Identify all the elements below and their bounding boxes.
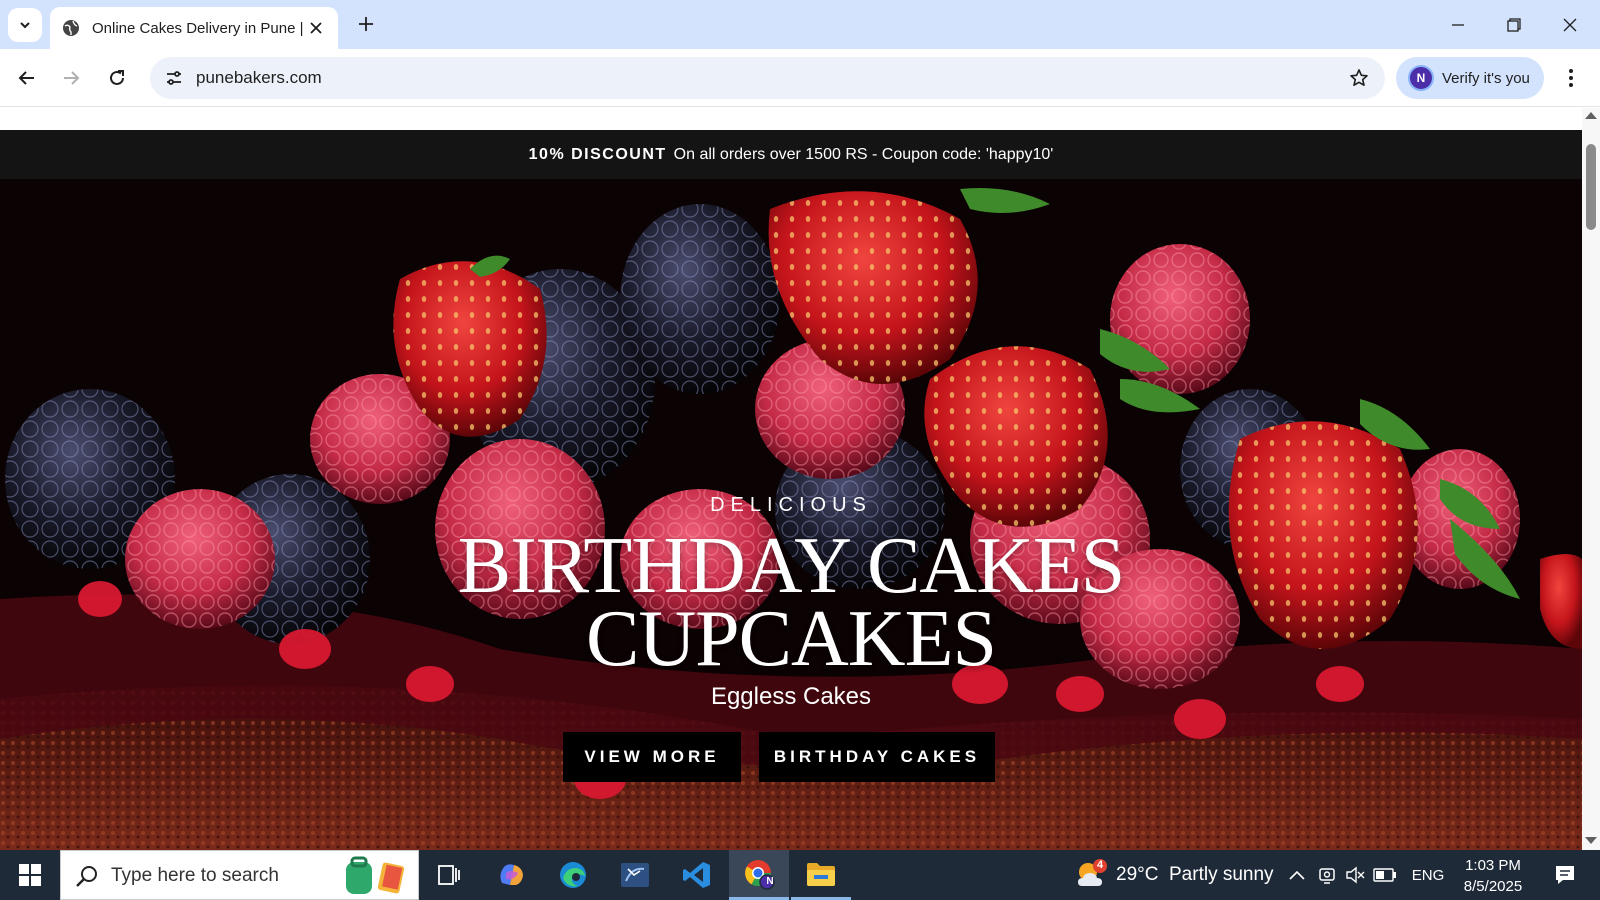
- scroll-up-arrow-icon[interactable]: [1585, 112, 1597, 119]
- taskbar-file-explorer[interactable]: [791, 850, 851, 900]
- hero-title-line-1: BIRTHDAY CAKES: [457, 522, 1125, 610]
- chevron-up-icon: [1289, 870, 1305, 880]
- address-bar[interactable]: punebakers.com: [150, 57, 1385, 99]
- active-tab[interactable]: Online Cakes Delivery in Pune |: [50, 7, 338, 49]
- restore-button[interactable]: [1486, 0, 1542, 49]
- announcement-bar: 10% DISCOUNT On all orders over 1500 RS …: [0, 130, 1582, 179]
- windows-logo-icon: [19, 864, 41, 886]
- close-icon: [1563, 18, 1577, 32]
- avatar: N: [1408, 65, 1434, 91]
- meet-now-tray[interactable]: [1314, 850, 1340, 900]
- volume-tray[interactable]: [1342, 850, 1368, 900]
- new-tab-button[interactable]: [352, 10, 380, 38]
- verify-label: Verify it's you: [1442, 69, 1530, 87]
- hero-subtitle: Eggless Cakes: [710, 683, 872, 710]
- arrow-right-icon: [62, 69, 80, 87]
- minimize-icon: [1451, 18, 1465, 32]
- volume-muted-icon: [1345, 866, 1365, 884]
- scrollbar-thumb[interactable]: [1586, 144, 1596, 230]
- hero-title-line-2: CUPCAKES: [586, 595, 997, 683]
- weather-alert-badge: 4: [1096, 859, 1104, 871]
- chevron-down-icon: [18, 18, 32, 32]
- scroll-down-arrow-icon[interactable]: [1585, 837, 1597, 844]
- globe-icon: [62, 19, 80, 37]
- vscode-icon: [682, 860, 712, 890]
- url-text: punebakers.com: [196, 68, 322, 87]
- forward-button[interactable]: [54, 61, 88, 95]
- search-icon: [75, 864, 99, 888]
- restore-icon: [1507, 17, 1521, 32]
- weather-widget[interactable]: 4 29°C Partly sunny: [1074, 850, 1274, 900]
- close-tab-icon[interactable]: [306, 18, 326, 38]
- hero-eyebrow: DELICIOUS: [710, 494, 872, 516]
- more-vertical-icon: [1568, 68, 1574, 88]
- birthday-cakes-button[interactable]: BIRTHDAY CAKES: [759, 732, 995, 782]
- battery-tray[interactable]: [1370, 850, 1400, 900]
- clock-time: 1:03 PM: [1465, 857, 1521, 874]
- reload-icon: [108, 69, 126, 87]
- minimize-button[interactable]: [1430, 0, 1486, 49]
- taskbar-vscode[interactable]: [667, 850, 727, 900]
- camera-tray-icon: [1318, 866, 1336, 884]
- browser-tab-strip: Online Cakes Delivery in Pune |: [0, 0, 1600, 49]
- system-clock[interactable]: 1:03 PM 8/5/2025: [1452, 855, 1534, 897]
- notification-icon: [1554, 864, 1576, 886]
- browser-toolbar: punebakers.com N Verify it's you: [0, 49, 1600, 107]
- profile-verify-chip[interactable]: N Verify it's you: [1396, 57, 1544, 99]
- taskbar-search-box[interactable]: Type here to search: [60, 850, 419, 900]
- folder-icon: [806, 861, 836, 887]
- copilot-icon: [496, 861, 526, 889]
- partly-sunny-icon: 4: [1074, 858, 1108, 892]
- reload-button[interactable]: [100, 61, 134, 95]
- close-window-button[interactable]: [1542, 0, 1598, 49]
- tab-title: Online Cakes Delivery in Pune |: [92, 19, 304, 37]
- chrome-profile-badge: N: [766, 875, 774, 887]
- plus-icon: [358, 16, 374, 32]
- weather-text: 29°C Partly sunny: [1116, 864, 1274, 885]
- announcement-text: On all orders over 1500 RS - Coupon code…: [673, 145, 1054, 163]
- clock-date: 8/5/2025: [1463, 878, 1523, 895]
- taskbar-chrome[interactable]: N: [729, 850, 789, 900]
- chrome-icon: N: [743, 858, 775, 890]
- edge-icon: [558, 860, 588, 890]
- windows-taskbar: Type here to search N 4 29°C Partly sunn…: [0, 850, 1600, 900]
- language-indicator[interactable]: ENG: [1406, 850, 1450, 900]
- taskbar-app-blue[interactable]: [605, 850, 665, 900]
- battery-icon: [1373, 868, 1397, 882]
- taskbar-copilot[interactable]: [481, 850, 541, 900]
- show-hidden-icons-button[interactable]: [1282, 850, 1312, 900]
- search-highlight-backpack-icon: [336, 856, 416, 896]
- hero-banner: DELICIOUS BIRTHDAY CAKES CUPCAKES Eggles…: [0, 179, 1582, 850]
- page-scrollbar[interactable]: [1582, 108, 1600, 850]
- view-more-button[interactable]: VIEW MORE: [563, 732, 741, 782]
- notification-center-button[interactable]: [1540, 850, 1590, 900]
- task-view-icon: [437, 864, 461, 886]
- hero-content: DELICIOUS BIRTHDAY CAKES CUPCAKES Eggles…: [0, 179, 1582, 850]
- back-button[interactable]: [10, 61, 44, 95]
- discount-highlight: 10% DISCOUNT: [528, 145, 667, 163]
- taskbar-edge[interactable]: [543, 850, 603, 900]
- app-window-icon: [620, 861, 650, 889]
- tab-search-button[interactable]: [8, 8, 42, 42]
- task-view-button[interactable]: [419, 850, 479, 900]
- site-settings-icon[interactable]: [160, 64, 188, 92]
- page-viewport: 10% DISCOUNT On all orders over 1500 RS …: [0, 108, 1582, 850]
- bookmark-star-icon[interactable]: [1347, 66, 1371, 90]
- arrow-left-icon: [18, 69, 36, 87]
- search-placeholder: Type here to search: [111, 865, 279, 886]
- browser-menu-button[interactable]: [1556, 61, 1586, 95]
- start-button[interactable]: [0, 850, 60, 900]
